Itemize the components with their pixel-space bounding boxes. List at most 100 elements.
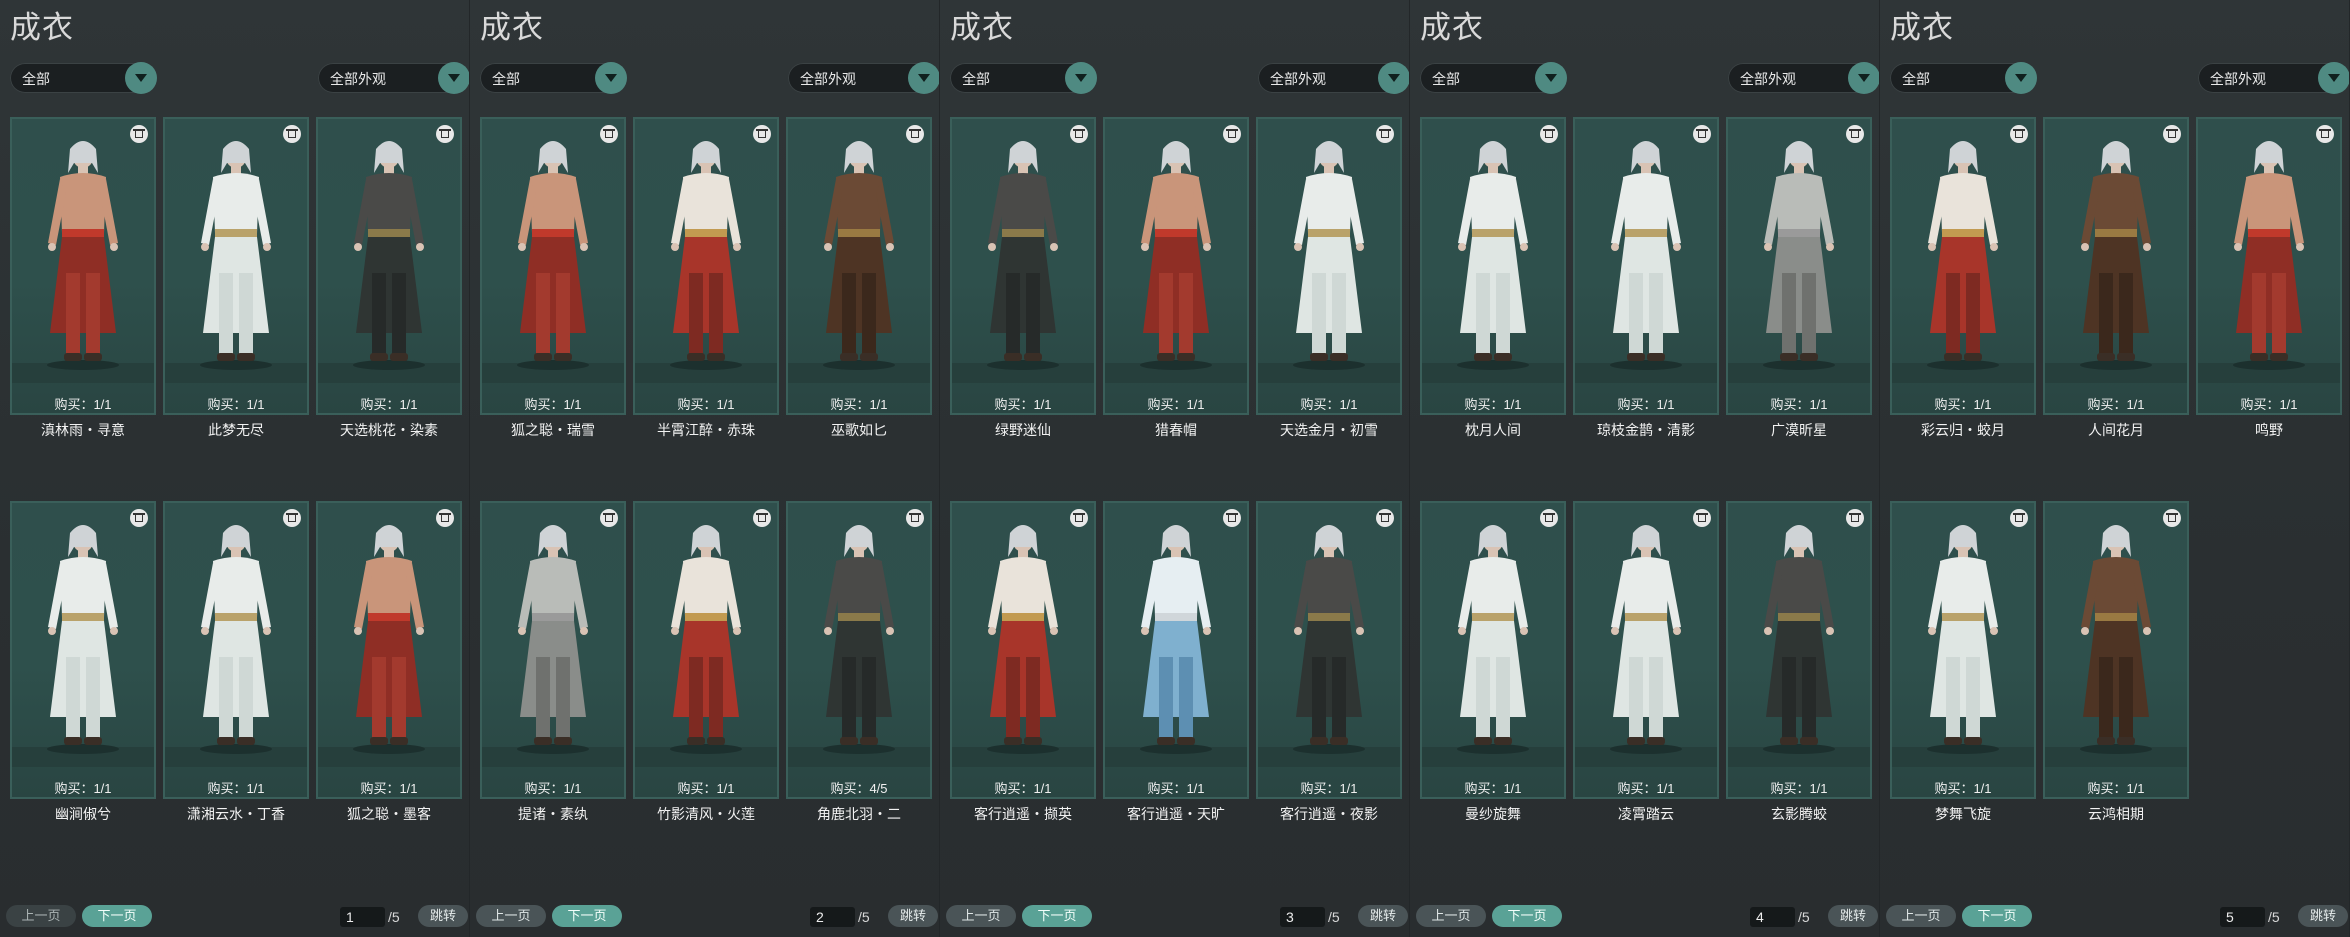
outfit-card[interactable]: 购买：1/1 客行逍遥・夜影 (1256, 501, 1402, 822)
outfit-card[interactable]: 购买：1/1 天选桃花・染素 (316, 117, 462, 438)
jump-button[interactable]: 跳转 (1358, 905, 1408, 927)
outfit-card[interactable]: 购买：1/1 狐之聪・墨客 (316, 501, 462, 822)
outfit-card[interactable]: 购买：1/1 幽涧俶兮 (10, 501, 156, 822)
outfit-preview-image (1575, 133, 1717, 383)
category-filter-dropdown[interactable]: 全部 (480, 62, 627, 94)
prev-page-button[interactable]: 上一页 (476, 905, 546, 927)
outfit-card[interactable]: 购买：1/1 凌霄踏云 (1573, 501, 1719, 822)
outfit-card[interactable]: 购买：1/1 广漠昕星 (1726, 117, 1872, 438)
chevron-down-icon[interactable] (1065, 62, 1097, 94)
purchase-count: 购买：1/1 (677, 397, 735, 412)
category-filter-dropdown[interactable]: 全部 (950, 62, 1097, 94)
outfit-name: 滇林雨・寻意 (41, 422, 125, 438)
page-number-input[interactable]: 4 (1750, 907, 1795, 927)
outfit-name: 客行逍遥・天旷 (1127, 806, 1225, 822)
outfit-card[interactable]: 购买：1/1 猎春帽 (1103, 117, 1249, 438)
prev-page-button[interactable]: 上一页 (6, 905, 76, 927)
outfit-name: 绿野迷仙 (995, 422, 1051, 438)
purchase-count: 购买：1/1 (1617, 397, 1675, 412)
dropdown-value: 全部 (962, 71, 990, 87)
outfit-preview-image (1575, 517, 1717, 767)
category-filter-dropdown[interactable]: 全部 (1890, 62, 2037, 94)
outfit-card[interactable]: 购买：1/1 玄影腾蛟 (1726, 501, 1872, 822)
appearance-filter-dropdown[interactable]: 全部外观 (318, 62, 469, 94)
chevron-down-icon[interactable] (1535, 62, 1567, 94)
outfit-card[interactable]: 购买：1/1 梦舞飞旋 (1890, 501, 2036, 822)
outfit-card[interactable]: 购买：1/1 枕月人间 (1420, 117, 1566, 438)
category-filter-dropdown[interactable]: 全部 (10, 62, 157, 94)
outfit-card[interactable]: 购买：1/1 云鸿相期 (2043, 501, 2189, 822)
dropdown-value: 全部外观 (800, 71, 856, 87)
outfit-preview-image (1728, 517, 1870, 767)
outfit-card[interactable]: 购买：1/1 曼纱旋舞 (1420, 501, 1566, 822)
chevron-down-icon[interactable] (438, 62, 469, 94)
outfit-card[interactable]: 购买：1/1 天选金月・初雪 (1256, 117, 1402, 438)
outfit-preview-image (788, 133, 930, 383)
outfit-card[interactable]: 购买：4/5 角鹿北羽・二 (786, 501, 932, 822)
outfit-card[interactable]: 购买：1/1 滇林雨・寻意 (10, 117, 156, 438)
next-page-button[interactable]: 下一页 (1022, 905, 1092, 927)
chevron-down-icon[interactable] (1378, 62, 1409, 94)
next-page-button[interactable]: 下一页 (1962, 905, 2032, 927)
outfit-card[interactable]: 购买：1/1 客行逍遥・天旷 (1103, 501, 1249, 822)
outfit-card[interactable]: 购买：1/1 此梦无尽 (163, 117, 309, 438)
page-number-input[interactable]: 1 (340, 907, 385, 927)
outfit-name: 提诸・素纨 (518, 806, 588, 822)
outfit-preview-image (1728, 133, 1870, 383)
purchase-count: 购买：1/1 (207, 397, 265, 412)
dropdown-value: 全部外观 (1740, 71, 1796, 87)
appearance-filter-dropdown[interactable]: 全部外观 (1258, 62, 1409, 94)
page-number-input[interactable]: 3 (1280, 907, 1325, 927)
dropdown-value: 全部 (1432, 71, 1460, 87)
outfit-card[interactable]: 购买：1/1 鸣野 (2196, 117, 2342, 438)
outfit-card[interactable]: 购买：1/1 提诸・素纨 (480, 501, 626, 822)
jump-button[interactable]: 跳转 (2298, 905, 2348, 927)
chevron-down-icon[interactable] (2005, 62, 2037, 94)
outfit-card[interactable]: 购买：1/1 竹影清风・火莲 (633, 501, 779, 822)
next-page-button[interactable]: 下一页 (552, 905, 622, 927)
jump-button[interactable]: 跳转 (1828, 905, 1878, 927)
panel-title: 成衣 (950, 10, 1014, 45)
appearance-filter-dropdown[interactable]: 全部外观 (788, 62, 939, 94)
next-page-button[interactable]: 下一页 (82, 905, 152, 927)
panel-title: 成衣 (1420, 10, 1484, 45)
jump-button[interactable]: 跳转 (888, 905, 938, 927)
prev-page-button[interactable]: 上一页 (946, 905, 1016, 927)
outfit-card[interactable]: 购买：1/1 琼枝金鹊・清影 (1573, 117, 1719, 438)
outfit-card[interactable]: 购买：1/1 人间花月 (2043, 117, 2189, 438)
outfit-name: 半霄江醉・赤珠 (657, 422, 755, 438)
outfit-card[interactable]: 购买：1/1 客行逍遥・撷英 (950, 501, 1096, 822)
jump-button[interactable]: 跳转 (418, 905, 468, 927)
panel-title: 成衣 (1890, 10, 1954, 45)
outfit-name: 玄影腾蛟 (1771, 806, 1827, 822)
outfit-card[interactable]: 购买：1/1 巫歌如匕 (786, 117, 932, 438)
outfit-preview-image (1105, 517, 1247, 767)
appearance-filter-dropdown[interactable]: 全部外观 (1728, 62, 1879, 94)
outfit-card[interactable]: 购买：1/1 绿野迷仙 (950, 117, 1096, 438)
outfit-preview-image (952, 133, 1094, 383)
outfit-preview-image (1105, 133, 1247, 383)
outfit-card[interactable]: 购买：1/1 彩云归・蛟月 (1890, 117, 2036, 438)
page-number-input[interactable]: 5 (2220, 907, 2265, 927)
chevron-down-icon[interactable] (908, 62, 939, 94)
chevron-down-icon[interactable] (1848, 62, 1879, 94)
prev-page-button[interactable]: 上一页 (1416, 905, 1486, 927)
page-total: /5 (388, 909, 400, 925)
outfit-preview-image (1422, 133, 1564, 383)
category-filter-dropdown[interactable]: 全部 (1420, 62, 1567, 94)
chevron-down-icon[interactable] (2318, 62, 2349, 94)
outfit-preview-image (165, 517, 307, 767)
next-page-button[interactable]: 下一页 (1492, 905, 1562, 927)
outfit-card[interactable]: 购买：1/1 狐之聪・瑞雪 (480, 117, 626, 438)
outfit-card[interactable]: 购买：1/1 潇湘云水・丁香 (163, 501, 309, 822)
purchase-count: 购买：1/1 (1770, 781, 1828, 796)
purchase-count: 购买：1/1 (54, 397, 112, 412)
purchase-count: 购买：1/1 (677, 781, 735, 796)
appearance-filter-dropdown[interactable]: 全部外观 (2198, 62, 2349, 94)
chevron-down-icon[interactable] (125, 62, 157, 94)
chevron-down-icon[interactable] (595, 62, 627, 94)
page-number-input[interactable]: 2 (810, 907, 855, 927)
prev-page-button[interactable]: 上一页 (1886, 905, 1956, 927)
outfit-preview-image (1258, 517, 1400, 767)
outfit-card[interactable]: 购买：1/1 半霄江醉・赤珠 (633, 117, 779, 438)
